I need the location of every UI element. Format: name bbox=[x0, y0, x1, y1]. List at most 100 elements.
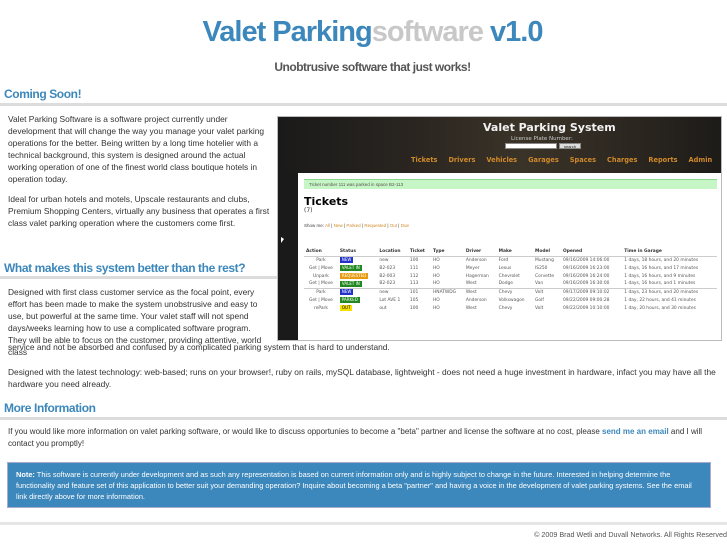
cell-location: new bbox=[377, 287, 408, 296]
cell-type: HNATWDG bbox=[430, 287, 464, 296]
cell-location: B2-023 bbox=[379, 281, 396, 287]
section-divider bbox=[0, 417, 727, 420]
cell-model: Corvette bbox=[535, 273, 555, 279]
cell-model: Volt bbox=[535, 305, 544, 311]
status-badge: OUT bbox=[339, 305, 353, 311]
coming-soon-para-2: Ideal for urban hotels and motels, Upsca… bbox=[8, 194, 270, 228]
screenshot-table-row: Get | Move VALET IN B2-023 113 HO West Dodge Va… bbox=[304, 280, 717, 288]
cell-location: B2-023 bbox=[379, 265, 396, 271]
section-divider bbox=[0, 103, 727, 106]
cell-driver: West bbox=[463, 287, 497, 296]
screenshot-count: (7) bbox=[304, 207, 313, 214]
copyright: © 2009 Brad Wetli and Duvall Networks. A… bbox=[534, 530, 727, 539]
cell-action: Park bbox=[304, 287, 338, 296]
screenshot-filter-item: Out bbox=[389, 223, 398, 228]
screenshot-table-row: Unpark REQUESTED B2-003 112 HO Hagerman Chevro… bbox=[304, 272, 717, 280]
cell-model: Mustang bbox=[535, 257, 554, 263]
status-badge: NEW bbox=[339, 289, 354, 296]
status-badge: NEW bbox=[339, 257, 354, 264]
cell-model: Golf bbox=[535, 297, 544, 303]
cell-status: NEW bbox=[338, 256, 378, 264]
cell-ticket: 100 bbox=[409, 305, 419, 311]
cell-type: HO bbox=[432, 297, 440, 303]
status-badge: PARKED bbox=[339, 297, 360, 303]
cell-make: Ford bbox=[498, 257, 509, 263]
title-part-2: software bbox=[371, 16, 484, 48]
status-badge: REQUESTED bbox=[339, 273, 369, 279]
footer-divider bbox=[0, 522, 727, 525]
screenshot-nav-item: Tickets bbox=[411, 156, 438, 164]
cell-time: 1 days, 16 hours, and 17 minutes bbox=[624, 265, 699, 271]
cell-opened: 09/16/2009 16:24:00 bbox=[562, 273, 610, 279]
cell-opened: 09/16/2009 14:06:00 bbox=[562, 257, 610, 263]
more-info-text: If you would like more information on va… bbox=[8, 426, 723, 450]
screenshot-column-header: Type bbox=[430, 248, 464, 257]
screenshot-flash: Ticket number 111 was parked in space B2… bbox=[304, 179, 717, 189]
cell-make: Chevy bbox=[498, 305, 513, 311]
cell-time: 1 days, 23 hours, and 20 minutes bbox=[622, 287, 717, 296]
cell-make: Chevrolet bbox=[498, 273, 520, 279]
title-part-3: v1.0 bbox=[482, 16, 543, 48]
screenshot-filter: Show me: All | New | Parked | Requested … bbox=[304, 223, 409, 228]
screenshot-app-title: Valet Parking System bbox=[483, 121, 616, 134]
cell-make: Chevy bbox=[496, 287, 534, 296]
screenshot-nav-item: Admin bbox=[688, 156, 713, 164]
screenshot-column-header: Make bbox=[496, 248, 534, 257]
more-info-heading: More Information bbox=[4, 401, 96, 415]
cell-action: Park bbox=[316, 257, 326, 263]
cell-opened: 09/16/2009 16:23:00 bbox=[562, 265, 610, 271]
cell-driver: Anderson bbox=[465, 257, 487, 263]
screenshot-filter-label: Show me: bbox=[304, 223, 326, 228]
screenshot-column-header: Location bbox=[377, 248, 408, 257]
note-label: Note: bbox=[16, 470, 35, 479]
coming-soon-heading: Coming Soon! bbox=[4, 87, 82, 101]
cell-make: Dodge bbox=[498, 281, 513, 287]
cell-ticket: 105 bbox=[409, 297, 419, 303]
screenshot-filter-item: New bbox=[333, 223, 343, 228]
more-info-text-before: If you would like more information on va… bbox=[8, 427, 602, 436]
coming-soon-para-1: Valet Parking Software is a software pro… bbox=[8, 114, 265, 184]
cell-action: Get | Move bbox=[309, 297, 333, 303]
cell-action: Unpark bbox=[313, 273, 329, 279]
cell-model: IS250 bbox=[535, 265, 548, 271]
site-title: Valet Parkingsoftware v1.0 bbox=[0, 16, 727, 49]
cell-type: HO bbox=[432, 281, 440, 287]
status-badge: VALET IN bbox=[339, 265, 362, 271]
screenshot-table-row: rePark OUT out 100 HO West Chevy Volt 09/22/2009… bbox=[304, 304, 717, 312]
better-para-2: Designed with the latest technology: web… bbox=[8, 367, 716, 389]
screenshot-nav-item: Spaces bbox=[569, 156, 597, 164]
cell-action: rePark bbox=[313, 305, 328, 311]
cell-type: HO bbox=[432, 257, 440, 263]
screenshot-table-row: Park NEW new 100 HO Anderson Ford Mustang 09/16/… bbox=[304, 256, 717, 264]
site-subtitle: Unobtrusive software that just works! bbox=[274, 60, 471, 74]
screenshot-license-label: License Plate Number: bbox=[511, 136, 573, 142]
cell-driver: West bbox=[465, 305, 477, 311]
cell-location: out bbox=[379, 305, 387, 311]
cell-driver: Meyer bbox=[465, 265, 480, 271]
screenshot-nav: Tickets Drivers Vehicles Garages Spaces Charg… bbox=[411, 156, 712, 164]
cell-status: VALET IN bbox=[338, 280, 378, 288]
cell-make: Lexus bbox=[498, 265, 512, 271]
cell-status: NEW bbox=[337, 287, 378, 296]
screenshot-column-header: Time in Garage bbox=[622, 248, 717, 257]
cell-make: Volkswagon bbox=[498, 297, 525, 303]
email-link[interactable]: send me an email bbox=[602, 427, 669, 436]
screenshot-filter-item: Due bbox=[400, 223, 409, 228]
cell-type: HO bbox=[432, 265, 440, 271]
screenshot-nav-item: Reports bbox=[648, 156, 678, 164]
cell-location: Lot AVE 1 bbox=[379, 297, 401, 303]
title-part-1: Valet Parking bbox=[202, 16, 373, 48]
cell-type: HO bbox=[432, 305, 440, 311]
cell-time: 1 days, 18 hours, and 20 minutes bbox=[624, 257, 699, 263]
screenshot-table-row: Get | Move VALET IN B2-023 111 HO Meyer Lexus I… bbox=[304, 264, 717, 272]
cell-time: 1 days, 16 hours, and 1 minutes bbox=[624, 281, 696, 287]
cell-status: REQUESTED bbox=[338, 272, 378, 280]
screenshot-column-header: Opened bbox=[560, 248, 623, 257]
screenshot-tickets-table: Action Status Location Ticket Type Driver Make… bbox=[304, 248, 717, 312]
cell-ticket: 113 bbox=[409, 281, 419, 287]
better-heading: What makes this system better than the r… bbox=[4, 261, 246, 275]
cell-opened: 09/16/2009 16:30:00 bbox=[562, 281, 610, 287]
cell-location: B2-003 bbox=[379, 273, 396, 279]
cell-action: Get | Move bbox=[309, 265, 333, 271]
cell-action: Get | Move bbox=[309, 281, 333, 287]
